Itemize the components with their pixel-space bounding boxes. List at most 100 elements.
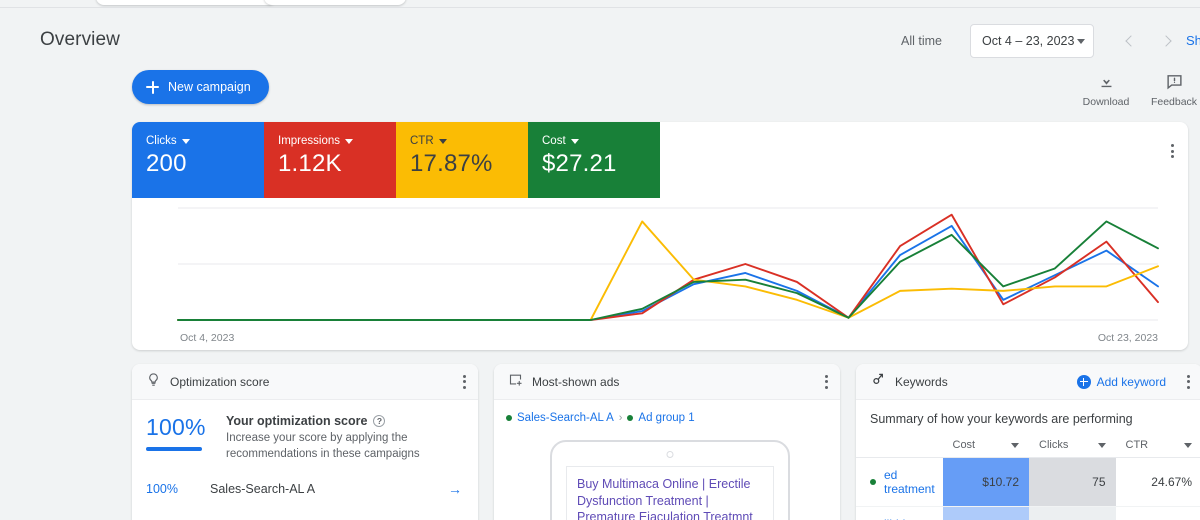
plus-circle-icon: [1076, 374, 1091, 389]
chevron-down-icon: [1077, 38, 1085, 44]
metric-tile-cost[interactable]: Cost $27.21: [528, 122, 660, 198]
chevron-down-icon[interactable]: [1011, 442, 1019, 448]
chart-more-options-button[interactable]: [1171, 144, 1174, 158]
chart-svg: [177, 207, 1159, 321]
keywords-table: Cost Clicks CTR ed treatment $10.72 75 24.67%…: [856, 439, 1200, 520]
arrow-right-icon[interactable]: →: [448, 481, 462, 497]
download-icon: [1074, 70, 1138, 92]
ad-headline: Buy Multimaca Online | Erectile Dysfunct…: [577, 477, 753, 520]
ctr-cell: 24.67%: [1151, 475, 1192, 489]
keyword-text[interactable]: ed treatment: [884, 468, 935, 496]
cost-cell: $3.37: [942, 506, 1029, 520]
optimization-score-bar: [146, 447, 202, 451]
table-row[interactable]: ed treatment $10.72 75 24.67%: [856, 457, 1200, 507]
previous-period-button[interactable]: [1118, 30, 1140, 52]
clicks-cell: 75: [1029, 457, 1116, 507]
optimization-campaign-row[interactable]: 100% Sales-Search-AL A →: [146, 481, 462, 497]
performance-chart-card: Clicks 200 Impressions 1.12K CTR 17.87% Cost $2…: [132, 122, 1188, 350]
ad-preview-device: Buy Multimaca Online | Erectile Dysfunct…: [550, 440, 790, 520]
optimization-card-header: Optimization score: [132, 364, 478, 400]
metric-value: 200: [146, 150, 187, 177]
top-cutoff-strip: [0, 0, 1200, 8]
next-period-button[interactable]: [1156, 30, 1178, 52]
optimization-campaign-score: 100%: [146, 482, 178, 497]
keywords-more-options-button[interactable]: [1187, 374, 1190, 389]
keywords-col-keyword: [856, 439, 943, 458]
optimization-card-body: 100% Your optimization score ? Increase …: [132, 400, 478, 497]
cutoff-card-left: [96, 0, 276, 5]
optimization-description: Increase your score by applying the reco…: [226, 432, 420, 460]
keyword-cell: ed treatment: [856, 458, 943, 507]
add-keyword-button[interactable]: Add keyword: [1076, 374, 1166, 389]
ctr-cell: 12.31%: [1116, 507, 1200, 520]
chevron-down-icon[interactable]: [345, 138, 353, 144]
plus-icon: [146, 80, 159, 94]
metric-name: CTR: [410, 135, 434, 147]
metric-tile-impressions[interactable]: Impressions 1.12K: [264, 122, 396, 198]
ad-create-icon: [508, 372, 523, 392]
lightbulb-icon: [146, 372, 161, 392]
download-button[interactable]: Download: [1074, 70, 1138, 108]
metric-tile-clicks[interactable]: Clicks 200: [132, 122, 264, 198]
keywords-card: Keywords Add keyword Summary of how your…: [856, 364, 1200, 520]
chart-x-start-label: Oct 4, 2023: [180, 332, 235, 344]
chevron-down-icon[interactable]: [438, 138, 447, 144]
ads-card-header: Most-shown ads: [494, 364, 840, 400]
keywords-card-title: Keywords: [895, 374, 948, 389]
status-dot-icon-2: [627, 415, 634, 421]
keywords-col-clicks[interactable]: Clicks: [1029, 439, 1116, 458]
feedback-icon: [1142, 70, 1200, 92]
chevron-left-icon: [1124, 35, 1137, 47]
date-range-value: Oct 4 – 23, 2023: [982, 34, 1075, 48]
metric-tile-ctr[interactable]: CTR 17.87%: [396, 122, 528, 198]
most-shown-ads-card: Most-shown ads Sales-Search-AL A › Ad gr…: [494, 364, 840, 520]
optimization-headline: Your optimization score: [226, 414, 368, 428]
breadcrumb-campaign[interactable]: Sales-Search-AL A: [517, 412, 614, 424]
column-label: Clicks: [1039, 439, 1069, 451]
chevron-down-icon[interactable]: [1184, 442, 1192, 448]
cutoff-card-right: [264, 0, 406, 5]
ads-more-options-button[interactable]: [825, 374, 828, 389]
share-link[interactable]: Sh: [1186, 33, 1200, 48]
ads-card-title: Most-shown ads: [532, 374, 620, 389]
new-campaign-button[interactable]: New campaign: [132, 70, 269, 104]
cost-cell: $10.72: [942, 457, 1029, 507]
date-range-picker[interactable]: Oct 4 – 23, 2023: [970, 24, 1094, 58]
optimization-headline-row: Your optimization score ?: [226, 414, 462, 428]
page-header: Overview All time Oct 4 – 23, 2023 Sh: [0, 8, 1200, 60]
ads-card-body: Sales-Search-AL A › Ad group 1 Buy Multi…: [494, 400, 840, 520]
ad-preview-screen: Buy Multimaca Online | Erectile Dysfunct…: [566, 466, 774, 520]
overview-page: Overview All time Oct 4 – 23, 2023 Sh Ne…: [0, 0, 1200, 520]
column-label: CTR: [1125, 439, 1149, 451]
chevron-down-icon[interactable]: [1097, 442, 1106, 448]
metric-value: 1.12K: [278, 150, 342, 177]
chart-plot-area: Oct 4, 2023 Oct 23, 2023: [132, 198, 1188, 350]
breadcrumb-separator: ›: [618, 412, 623, 424]
new-campaign-label: New campaign: [168, 80, 251, 94]
ad-breadcrumb: Sales-Search-AL A › Ad group 1: [506, 412, 840, 424]
optimization-campaign-name: Sales-Search-AL A: [210, 482, 316, 497]
keywords-table-header-row: Cost Clicks CTR: [856, 439, 1200, 458]
optimization-score-summary: 100%: [146, 414, 210, 462]
chevron-right-icon: [1159, 35, 1172, 47]
metric-tiles: Clicks 200 Impressions 1.12K CTR 17.87% Cost $2…: [132, 122, 1188, 198]
feedback-label: Feedback: [1150, 96, 1198, 108]
keywords-col-ctr[interactable]: CTR: [1115, 439, 1200, 458]
chevron-down-icon[interactable]: [570, 138, 579, 144]
table-row[interactable]: libido booster for men$3.371612.31%: [856, 506, 1200, 520]
optimization-more-options-button[interactable]: [463, 374, 466, 389]
metric-value: $27.21: [542, 150, 617, 177]
breadcrumb-adgroup[interactable]: Ad group 1: [638, 412, 694, 424]
chart-x-end-label: Oct 23, 2023: [1097, 332, 1158, 344]
metric-name: Clicks: [146, 135, 177, 147]
chevron-down-icon[interactable]: [181, 138, 190, 144]
device-camera-icon: [666, 451, 674, 458]
download-label: Download: [1082, 96, 1130, 108]
keywords-card-body: Summary of how your keywords are perform…: [856, 400, 1200, 520]
keyword-cell: libido booster for men: [856, 507, 943, 520]
status-dot-icon: [506, 415, 512, 421]
keywords-col-cost[interactable]: Cost: [942, 439, 1029, 458]
metric-name: Impressions: [278, 135, 340, 147]
help-icon[interactable]: ?: [373, 415, 386, 427]
feedback-button[interactable]: Feedback: [1142, 70, 1200, 108]
